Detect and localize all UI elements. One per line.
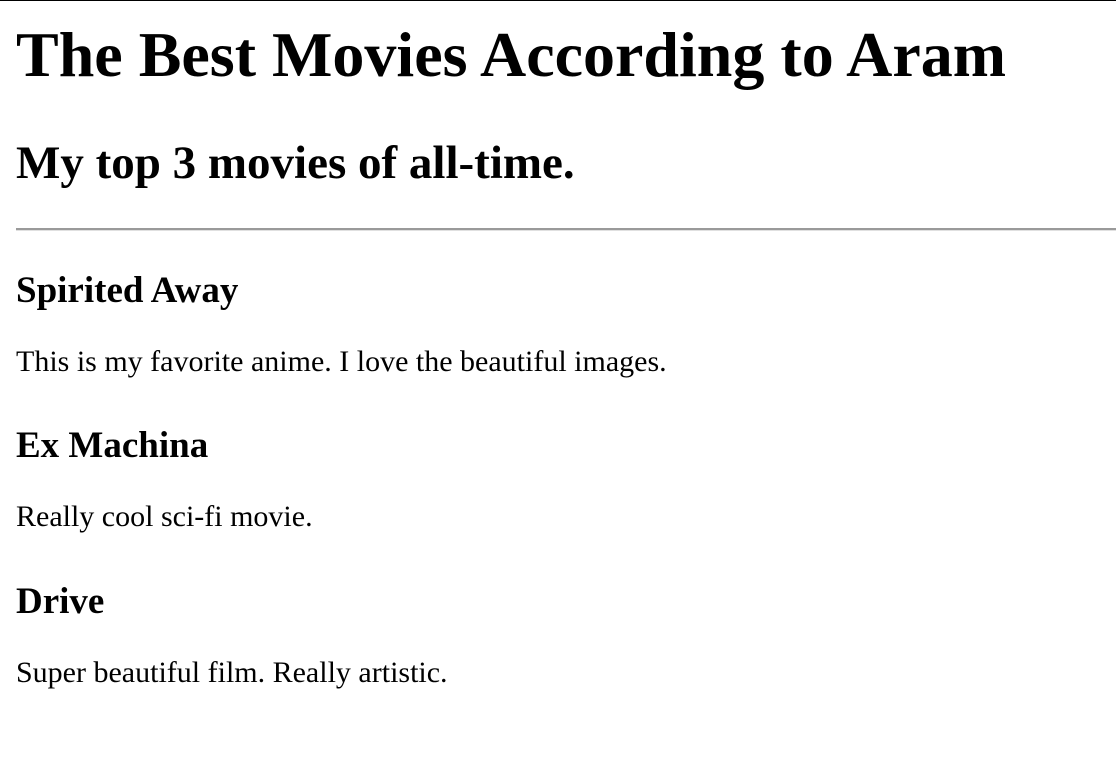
page-title: The Best Movies According to Aram [16,19,1007,90]
movie-item-spirited-away: Spirited Away This is my favorite anime.… [16,270,1096,379]
movie-title: Spirited Away [16,270,239,311]
page-subtitle: My top 3 movies of all-time. [16,137,575,189]
movie-item-ex-machina: Ex Machina Really cool sci-fi movie. [16,425,1096,534]
movie-description: Super beautiful film. Really artistic. [16,655,448,689]
movie-item-drive: Drive Super beautiful film. Really artis… [16,581,1096,690]
movie-description: Really cool sci-fi movie. [16,499,313,533]
top-border [0,0,1116,1]
movie-title: Ex Machina [16,425,209,466]
movie-description: This is my favorite anime. I love the be… [16,344,667,378]
horizontal-divider [16,228,1116,231]
page: The Best Movies According to Aram My top… [0,0,1116,770]
movie-title: Drive [16,581,105,622]
